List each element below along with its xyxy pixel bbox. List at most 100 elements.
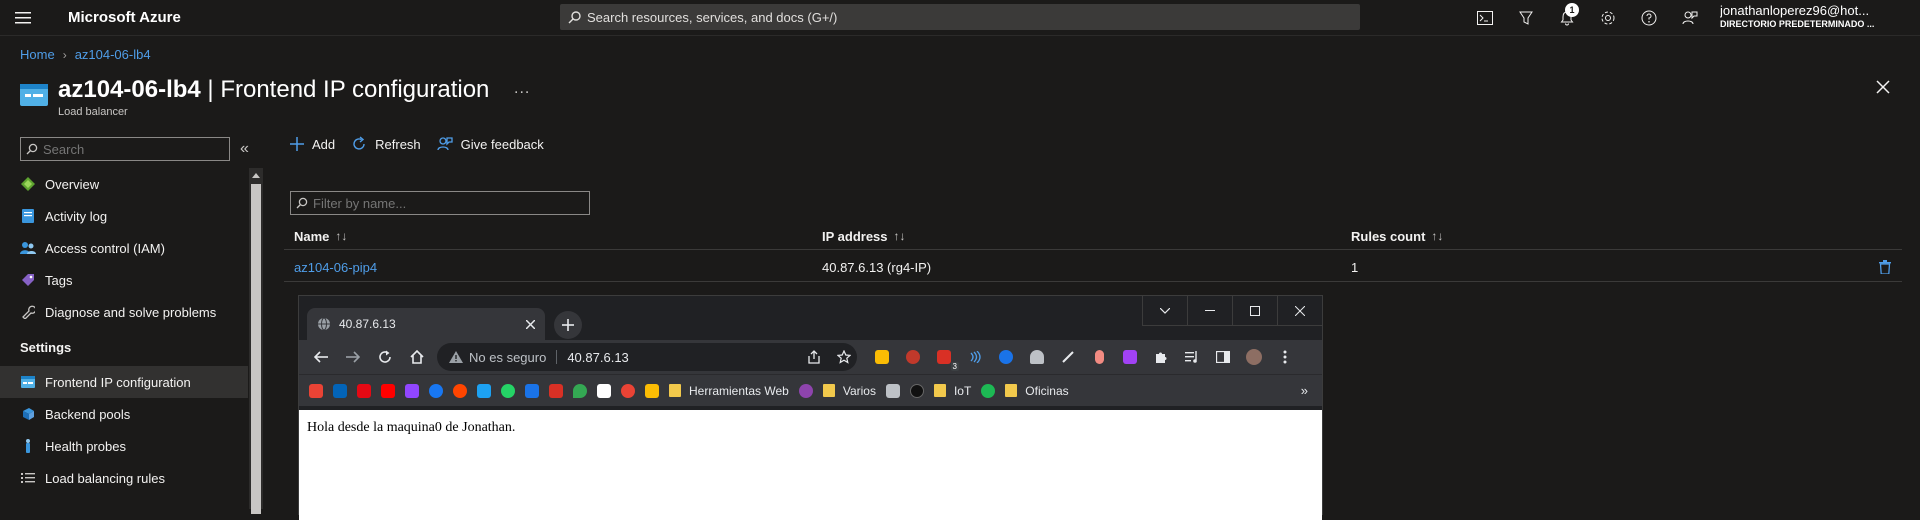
extension-shazam-icon[interactable] [995, 349, 1017, 365]
new-tab-plus-icon[interactable] [554, 311, 582, 339]
bookmark-amazon[interactable] [597, 383, 611, 398]
address-url[interactable]: 40.87.6.13 [567, 350, 628, 365]
bookmark-twitch[interactable] [405, 383, 419, 398]
close-window-icon[interactable] [1277, 296, 1322, 326]
bookmark-whatsapp[interactable] [501, 383, 515, 398]
home-icon[interactable] [401, 340, 433, 374]
sidebar-item-lb-rules[interactable]: Load balancing rules [0, 462, 248, 494]
bookmark-purple-site[interactable] [798, 383, 813, 398]
bookmark-youtube[interactable] [381, 383, 395, 398]
portal-brand[interactable]: Microsoft Azure [68, 9, 181, 26]
sidebar-item-diagnose[interactable]: Diagnose and solve problems [0, 296, 248, 328]
bookmark-folder-iot[interactable]: IoT [933, 384, 971, 398]
more-options-button[interactable]: ... [514, 80, 530, 98]
browser-menu-kebab-icon[interactable] [1274, 349, 1296, 365]
extension-counter-icon[interactable]: 3 [933, 349, 959, 371]
close-blade-icon[interactable] [1876, 80, 1890, 94]
bookmark-facebook[interactable] [429, 383, 443, 398]
extension-pen-icon[interactable] [1057, 349, 1079, 365]
share-icon[interactable] [799, 343, 829, 371]
sidebar-item-tags[interactable]: Tags [0, 264, 248, 296]
sidebar-item-iam[interactable]: Access control (IAM) [0, 232, 248, 264]
bookmark-netflix[interactable] [357, 383, 371, 398]
tab-search-chevron-icon[interactable] [1142, 296, 1187, 326]
notifications-bell-icon[interactable]: 1 [1546, 0, 1587, 36]
back-arrow-icon[interactable] [305, 340, 337, 374]
column-name[interactable]: Name ↑↓ [294, 222, 347, 250]
bookmarks-overflow-chevron-icon[interactable]: » [1301, 383, 1308, 398]
extensions-puzzle-icon[interactable] [1150, 349, 1172, 365]
sort-arrows-icon[interactable]: ↑↓ [335, 229, 347, 243]
table-row[interactable]: az104-06-pip4 40.87.6.13 (rg4-IP) 1 [284, 252, 1902, 282]
global-search[interactable]: Search resources, services, and docs (G+… [560, 4, 1360, 30]
extension-purple-icon[interactable] [1119, 349, 1141, 365]
sidebar-menu: Overview Activity log Access control (IA… [0, 168, 248, 494]
bookmark-twitter[interactable] [477, 383, 491, 398]
scrollbar-thumb[interactable] [251, 184, 261, 514]
help-icon[interactable] [1628, 0, 1669, 36]
extension-keep-icon[interactable] [871, 349, 893, 365]
side-panel-icon[interactable] [1212, 349, 1234, 365]
give-feedback-button[interactable]: Give feedback [437, 136, 544, 152]
profile-avatar[interactable] [1243, 349, 1265, 365]
bookmark-maps[interactable] [573, 383, 587, 398]
breadcrumb-resource[interactable]: az104-06-lb4 [75, 47, 151, 62]
sidebar-item-backend-pools[interactable]: Backend pools [0, 398, 248, 430]
sidebar-item-label: Backend pools [45, 406, 131, 422]
cloud-shell-icon[interactable] [1464, 0, 1505, 36]
extension-ublock-icon[interactable] [902, 349, 924, 365]
filter-box[interactable] [290, 191, 590, 215]
feedback-icon[interactable] [1669, 0, 1710, 36]
not-secure-label[interactable]: No es seguro [469, 350, 546, 365]
filter-by-name-input[interactable] [313, 195, 573, 211]
sidebar-item-frontend-ip[interactable]: Frontend IP configuration [0, 366, 248, 398]
bookmark-gmail[interactable] [309, 383, 323, 398]
bookmark-red-site[interactable] [549, 383, 563, 398]
sidebar-item-activity-log[interactable]: Activity log [0, 200, 248, 232]
sort-arrows-icon[interactable]: ↑↓ [894, 229, 906, 243]
sidebar-search-input[interactable] [43, 141, 213, 157]
bookmark-cube-site[interactable] [885, 383, 900, 398]
settings-gear-icon[interactable] [1587, 0, 1628, 36]
sidebar-search[interactable] [20, 137, 230, 161]
reload-icon[interactable] [369, 340, 401, 374]
bookmark-folder-varios[interactable]: Varios [822, 384, 876, 398]
minimize-icon[interactable] [1187, 296, 1232, 326]
bookmark-mega[interactable] [621, 383, 635, 398]
maximize-icon[interactable] [1232, 296, 1277, 326]
breadcrumb-home[interactable]: Home [20, 47, 55, 62]
column-rules-count[interactable]: Rules count ↑↓ [1351, 222, 1443, 250]
delete-trash-icon[interactable] [1879, 252, 1891, 282]
sidebar-item-health-probes[interactable]: Health probes [0, 430, 248, 462]
media-queue-icon[interactable] [1181, 349, 1203, 365]
bookmark-folder-herramientas[interactable]: Herramientas Web [669, 384, 789, 398]
bookmark-drive[interactable] [645, 383, 659, 398]
bookmark-spotify[interactable] [981, 383, 996, 398]
collapse-sidebar-button[interactable]: « [240, 140, 249, 158]
column-ip-address[interactable]: IP address ↑↓ [822, 222, 906, 250]
row-name-link[interactable]: az104-06-pip4 [294, 260, 377, 275]
close-tab-icon[interactable] [526, 319, 535, 329]
extension-capsule-icon[interactable] [1088, 349, 1110, 365]
directory-filter-icon[interactable] [1505, 0, 1546, 36]
bookmark-dark-site[interactable] [909, 383, 924, 398]
forward-arrow-icon[interactable] [337, 340, 369, 374]
address-bar[interactable]: No es seguro 40.87.6.13 [437, 343, 857, 371]
bookmark-outlook[interactable] [333, 383, 347, 398]
add-button[interactable]: Add [290, 137, 335, 152]
sidebar-scrollbar[interactable] [249, 168, 263, 514]
bookmark-star-icon[interactable] [829, 343, 859, 371]
browser-tab[interactable]: 40.87.6.13 [307, 308, 545, 340]
bookmark-reddit[interactable] [453, 383, 467, 398]
hamburger-menu-icon[interactable] [0, 0, 46, 36]
bookmark-translate[interactable] [525, 383, 539, 398]
account-menu[interactable]: jonathanloperez96@hot... DIRECTORIO PRED… [1720, 3, 1916, 29]
bookmark-folder-oficinas[interactable]: Oficinas [1005, 384, 1069, 398]
scroll-up-arrow-icon[interactable] [249, 168, 263, 182]
extension-ghost-icon[interactable] [1026, 349, 1048, 365]
extension-nfc-icon[interactable] [964, 349, 986, 365]
sidebar-item-overview[interactable]: Overview [0, 168, 248, 200]
sort-arrows-icon[interactable]: ↑↓ [1431, 229, 1443, 243]
bookmark-favicon [525, 383, 539, 398]
refresh-button[interactable]: Refresh [351, 136, 421, 152]
